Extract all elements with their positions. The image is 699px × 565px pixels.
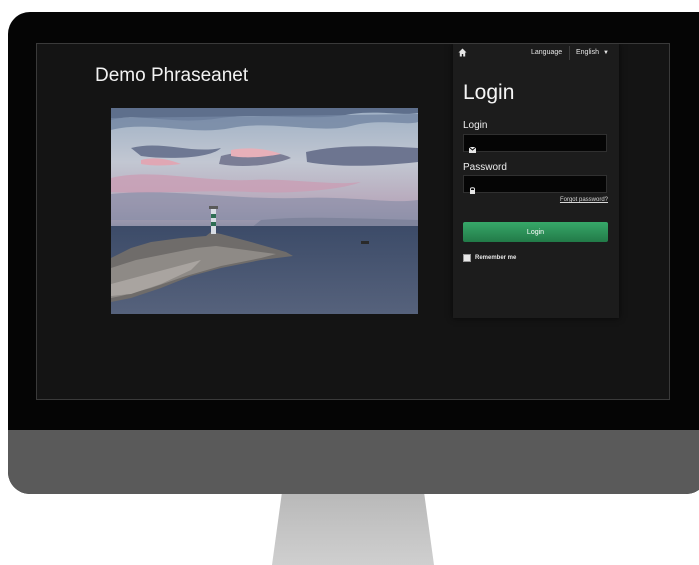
- login-panel: Language English ▼ Login Login Password F…: [453, 44, 619, 318]
- caret-down-icon: ▼: [602, 50, 609, 56]
- language-label: Language: [531, 49, 563, 56]
- envelope-icon: [468, 140, 477, 153]
- language-value: English: [576, 49, 599, 56]
- screen: Demo Phraseanet Language English ▼ Login…: [36, 43, 670, 400]
- remember-me[interactable]: Remember me: [463, 254, 516, 262]
- monitor-stand: [272, 494, 434, 565]
- login-field[interactable]: [463, 134, 607, 153]
- top-bar: Language English ▼: [453, 44, 619, 62]
- login-button[interactable]: Login: [463, 222, 608, 242]
- forgot-password-link[interactable]: Forgot password?: [560, 197, 608, 203]
- password-field[interactable]: [463, 175, 607, 194]
- login-field-label: Login: [463, 120, 488, 131]
- hero-photo: [111, 108, 418, 314]
- login-input[interactable]: [480, 135, 606, 153]
- site-title: Demo Phraseanet: [95, 65, 249, 86]
- login-heading: Login: [463, 81, 515, 104]
- divider: [569, 46, 570, 60]
- lock-icon: [469, 181, 476, 194]
- remember-label: Remember me: [475, 255, 517, 261]
- password-field-label: Password: [463, 162, 507, 173]
- home-icon[interactable]: [458, 48, 467, 57]
- monitor-chin: [8, 430, 699, 494]
- language-dropdown[interactable]: English ▼: [576, 49, 609, 56]
- password-input[interactable]: [480, 176, 606, 194]
- remember-checkbox[interactable]: [463, 254, 471, 262]
